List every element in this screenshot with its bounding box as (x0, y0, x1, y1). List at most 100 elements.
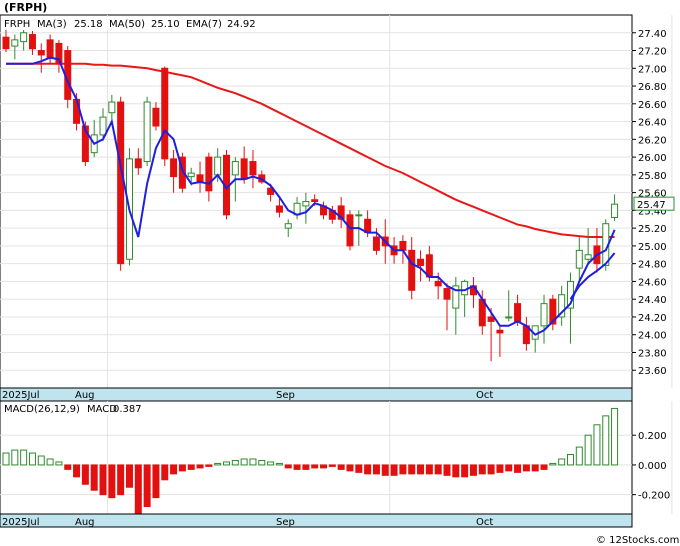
macd-bar-negative (364, 464, 372, 475)
macd-bar-negative (408, 464, 416, 475)
candle-body-up (284, 223, 292, 229)
macd-bar-negative (461, 464, 469, 478)
macd-bar-negative (531, 464, 539, 472)
price-tick-label: 24.60 (638, 277, 667, 288)
macd-month-label: Sep (276, 517, 295, 528)
candle-body-down (170, 158, 178, 178)
legend-ma50: MA(50) (109, 19, 145, 30)
candle-body-up (99, 116, 107, 136)
macd-bar-negative (108, 464, 116, 499)
candle-body-down (134, 158, 142, 169)
macd-bar-negative (390, 464, 398, 476)
candle-body-up (143, 101, 151, 163)
candle-body-down (399, 240, 407, 251)
macd-legend: MACD(26,12,9) MACD 0.387 (2, 403, 150, 415)
candle-body-down (443, 288, 451, 300)
macd-bar-positive (46, 458, 54, 466)
candle-body-down (205, 156, 213, 192)
price-tick-label: 24.20 (638, 313, 667, 324)
candle-body-down (275, 205, 283, 213)
candle (117, 96, 125, 271)
price-tick-label: 24.40 (638, 295, 667, 306)
macd-bar-negative (355, 464, 363, 473)
macd-bar-positive (584, 434, 592, 466)
candle-body-up (611, 203, 619, 218)
macd-bar-negative (425, 464, 433, 475)
macd-tick-label: -0.200 (638, 491, 670, 502)
macd-bar-negative (161, 464, 169, 481)
macd-bar-negative (328, 464, 336, 467)
candle-body-up (540, 303, 548, 327)
price-tick-label: 23.80 (638, 348, 667, 359)
candle-body-up (20, 32, 28, 43)
price-month-label: 2025Jul (2, 390, 40, 401)
macd-bar-positive (20, 449, 28, 466)
price-tick-label: 26.80 (638, 82, 667, 93)
price-tick-label: 26.40 (638, 118, 667, 129)
macd-bar-negative (514, 464, 522, 473)
candle-body-down (2, 36, 10, 50)
candle-body-down (417, 258, 425, 266)
candle (143, 96, 151, 166)
candle-body-down (152, 107, 160, 127)
candle-body-down (196, 174, 204, 183)
macd-bar-positive (575, 446, 583, 466)
macd-bar-negative (540, 464, 548, 470)
macd-bar-negative (302, 464, 310, 470)
legend-symbol: FRPH (4, 19, 30, 30)
macd-bar-negative (64, 464, 72, 470)
price-tick-label: 26.00 (638, 153, 667, 164)
price-tick-label: 26.20 (638, 135, 667, 146)
macd-bar-negative (417, 464, 425, 475)
candle-body-down (346, 214, 354, 247)
candle-body-down (46, 39, 54, 59)
candle-body-up (505, 316, 513, 319)
macd-bar-positive (549, 462, 557, 466)
macd-bar-positive (214, 462, 222, 466)
macd-bar-positive (231, 459, 239, 466)
price-month-label: Aug (75, 390, 95, 401)
price-tick-label: 25.00 (638, 242, 667, 253)
candle-body-up (584, 254, 592, 260)
candle-body-down (73, 98, 81, 124)
candle-body-down (249, 161, 257, 176)
candle-body-down (37, 50, 45, 56)
candle-body-up (11, 39, 19, 47)
candle-body-down (311, 199, 319, 203)
macd-bar-negative (337, 464, 345, 470)
candle-body-down (117, 101, 125, 265)
candle-body-up (108, 101, 116, 114)
macd-bar-positive (611, 407, 619, 466)
price-legend: FRPH MA(3) 25.18 MA(50) 25.10 EMA(7) 24.… (2, 17, 277, 30)
macd-bar-positive (249, 458, 257, 466)
macd-bar-negative (187, 464, 195, 470)
candle (346, 210, 354, 251)
price-tick-label: 23.60 (638, 366, 667, 377)
macd-bar-negative (143, 464, 151, 508)
legend-ma3-value: 25.18 (74, 19, 103, 30)
macd-bar-positive (37, 455, 45, 466)
legend-ma50-value: 25.10 (151, 19, 180, 30)
macd-bar-negative (443, 464, 451, 476)
macd-month-label: 2025Jul (2, 517, 40, 528)
macd-bar-negative (134, 464, 142, 516)
macd-bar-negative (478, 464, 486, 475)
macd-bar-negative (434, 464, 442, 475)
macd-bar-positive (240, 458, 248, 466)
macd-bar-negative (452, 464, 460, 478)
legend-ma3: MA(3) (37, 19, 67, 30)
price-tick-label: 26.60 (638, 100, 667, 111)
price-tick-label: 27.20 (638, 47, 667, 58)
candle-body-up (355, 214, 363, 217)
price-tick-label: 27.40 (638, 29, 667, 40)
macd-legend-name: MACD(26,12,9) (4, 404, 80, 415)
candle-body-down (372, 236, 380, 251)
macd-bar-negative (73, 464, 81, 478)
macd-bar-negative (293, 464, 301, 470)
candle-body-down (240, 158, 248, 180)
candle-body-up (461, 280, 469, 296)
last-price-label: 25.47 (637, 200, 666, 211)
macd-bar-negative (205, 464, 213, 467)
macd-bar-positive (55, 461, 63, 466)
macd-bar-negative (170, 464, 178, 475)
